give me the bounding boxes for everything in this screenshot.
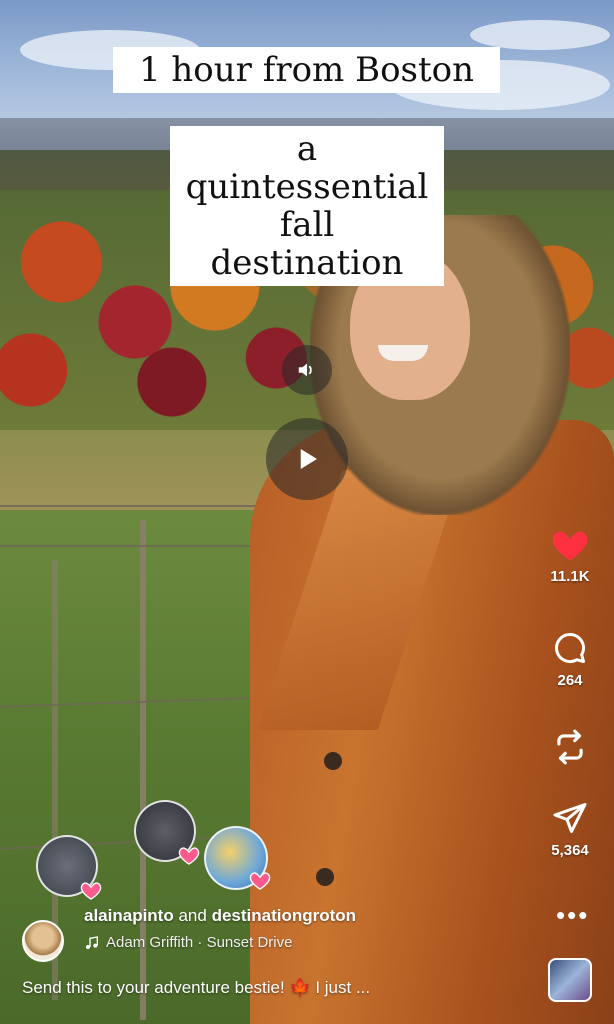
- jacket-button: [324, 752, 342, 770]
- video-caption-subtitle: a quintessential fall destination: [170, 126, 444, 286]
- repost-icon: [557, 729, 583, 765]
- heart-sticker-icon: [80, 882, 102, 900]
- audio-track[interactable]: Adam Griffith · Sunset Drive: [84, 934, 292, 951]
- collaborator-username[interactable]: destinationgroton: [212, 906, 356, 925]
- comment-button[interactable]: 264: [534, 630, 606, 689]
- sound-toggle-button[interactable]: [282, 345, 332, 395]
- reel-viewer[interactable]: 1 hour from Boston a quintessential fall…: [0, 0, 614, 1024]
- heart-filled-icon: [552, 531, 588, 561]
- like-button[interactable]: 11.1K: [534, 526, 606, 585]
- comment-icon: [555, 633, 585, 663]
- heart-sticker-icon: [178, 847, 200, 865]
- more-options-icon[interactable]: •••: [556, 902, 589, 928]
- share-button[interactable]: 5,364: [534, 800, 606, 859]
- comment-count: 264: [557, 672, 583, 689]
- music-note-icon: [86, 935, 98, 949]
- play-button[interactable]: [266, 418, 348, 500]
- jacket-button: [316, 868, 334, 886]
- heart-sticker-icon: [249, 872, 271, 890]
- like-count: 11.1K: [550, 568, 590, 585]
- speaker-icon: [298, 363, 312, 377]
- author-avatar[interactable]: [22, 920, 64, 962]
- author-username[interactable]: alainapinto: [84, 906, 174, 925]
- audio-track-label: Adam Griffith · Sunset Drive: [106, 934, 293, 951]
- video-caption-title: 1 hour from Boston: [113, 47, 500, 93]
- author-connector: and: [178, 906, 207, 925]
- share-count: 5,364: [551, 842, 589, 859]
- cloud: [470, 20, 610, 50]
- post-authors[interactable]: alainapinto and destinationgroton: [84, 906, 356, 926]
- post-caption[interactable]: Send this to your adventure bestie! 🍁 I …: [22, 978, 370, 998]
- play-icon: [300, 449, 317, 469]
- remix-button[interactable]: [534, 728, 606, 766]
- send-icon: [553, 803, 587, 833]
- audio-thumbnail[interactable]: [548, 958, 592, 1002]
